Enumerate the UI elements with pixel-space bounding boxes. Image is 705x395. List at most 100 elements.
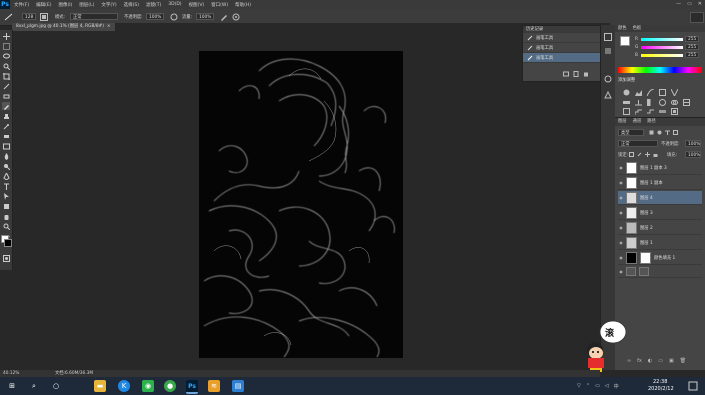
new-group-icon[interactable]: ▭ xyxy=(658,358,663,364)
brush-tool-icon[interactable] xyxy=(2,102,10,110)
adjustments-panel-icon[interactable] xyxy=(604,90,612,101)
pen-tool-icon[interactable] xyxy=(2,172,10,180)
channel-r-value[interactable]: 255 xyxy=(685,36,699,42)
menu-file[interactable]: 文件(F) xyxy=(14,2,29,8)
maximize-button[interactable]: ▭ xyxy=(687,1,692,7)
visibility-eye-icon[interactable]: ◉ xyxy=(618,265,624,278)
lasso-tool-icon[interactable] xyxy=(2,52,10,60)
visibility-eye-icon[interactable]: ◉ xyxy=(618,191,624,204)
shape-tool-icon[interactable] xyxy=(2,202,10,210)
threshold-icon[interactable] xyxy=(647,108,654,115)
shape-filter-icon[interactable] xyxy=(673,130,678,135)
tab-channels[interactable]: 通道 xyxy=(633,118,642,126)
history-item-selected[interactable]: 画笔工具 xyxy=(523,53,601,63)
close-button[interactable]: ✕ xyxy=(698,1,702,7)
volume-icon[interactable]: ◁ xyxy=(605,383,609,390)
menu-layer[interactable]: 图层(L) xyxy=(79,2,94,8)
black-white-icon[interactable] xyxy=(647,99,654,106)
hue-saturation-icon[interactable] xyxy=(623,99,630,106)
layer-row[interactable]: ◉ 图层 1 xyxy=(618,236,702,250)
eyedropper-tool-icon[interactable] xyxy=(2,82,10,90)
visibility-eye-icon[interactable]: ◉ xyxy=(618,176,624,189)
layer-row[interactable]: ◉ 图层 1 副本 3 xyxy=(618,161,702,175)
brush-preset-icon[interactable] xyxy=(4,13,14,21)
ime-indicator[interactable]: 中 xyxy=(614,383,619,390)
photoshop-icon[interactable]: Ps xyxy=(186,380,198,394)
curves-icon[interactable] xyxy=(647,89,654,96)
zoom-tool-icon[interactable] xyxy=(2,222,10,230)
layer-kind-filter[interactable]: 类型 xyxy=(618,129,644,136)
photo-filter-icon[interactable] xyxy=(659,99,666,106)
properties-panel-icon[interactable] xyxy=(604,47,612,57)
layer-row[interactable]: ◉ 颜色填充 1 xyxy=(618,251,702,265)
invert-icon[interactable] xyxy=(623,108,630,115)
color-balance-icon[interactable] xyxy=(635,99,642,106)
blue-slider[interactable] xyxy=(641,53,683,57)
tab-paths[interactable]: 路径 xyxy=(647,118,656,126)
pressure-size-icon[interactable] xyxy=(232,13,240,21)
visibility-eye-icon[interactable]: ◉ xyxy=(618,161,624,174)
history-item[interactable]: 画笔工具 xyxy=(523,33,601,43)
path-selection-tool-icon[interactable] xyxy=(2,192,10,200)
wechat-icon[interactable]: ◉ xyxy=(142,380,154,392)
history-panel-icon[interactable] xyxy=(604,33,612,43)
layer-row[interactable]: ◉ 图层 3 xyxy=(618,206,702,220)
brush-panel-icon[interactable] xyxy=(40,13,48,21)
marquee-tool-icon[interactable] xyxy=(2,42,10,50)
delete-layer-icon[interactable]: 🗑 xyxy=(680,358,686,364)
healing-brush-tool-icon[interactable] xyxy=(2,92,10,100)
document-tab[interactable]: 8xxl_plgm.jpg @ 40.1% (图层 4, RGB/8#) × xyxy=(12,23,115,31)
menu-window[interactable]: 窗口(W) xyxy=(211,2,228,8)
adjustment-filter-icon[interactable] xyxy=(657,130,662,135)
crop-tool-icon[interactable] xyxy=(2,72,10,80)
quick-select-tool-icon[interactable] xyxy=(2,62,10,70)
background-color-swatch[interactable] xyxy=(4,239,12,247)
zoom-level[interactable]: 40.12% xyxy=(3,370,19,377)
visibility-eye-icon[interactable]: ◉ xyxy=(618,251,624,264)
brush-size-field[interactable]: 128 xyxy=(22,13,36,20)
layer-row[interactable]: ◉ 图层 2 xyxy=(618,221,702,235)
red-slider[interactable] xyxy=(641,37,683,41)
document-canvas[interactable] xyxy=(199,51,403,358)
visibility-eye-icon[interactable]: ◉ xyxy=(618,221,624,234)
blend-mode-select[interactable]: 正常 xyxy=(618,140,658,147)
new-layer-icon[interactable]: ▣ xyxy=(669,358,674,364)
shield-icon[interactable]: ▽ xyxy=(577,383,581,390)
notification-icon[interactable] xyxy=(688,380,698,392)
snapshot-icon[interactable] xyxy=(563,71,569,77)
lock-transparency-icon[interactable] xyxy=(629,152,634,157)
pixel-filter-icon[interactable] xyxy=(649,130,654,135)
chevron-up-icon[interactable]: ⌃ xyxy=(586,383,590,390)
blur-tool-icon[interactable] xyxy=(2,152,10,160)
history-brush-tool-icon[interactable] xyxy=(2,122,10,130)
layer-row[interactable]: ◉ xyxy=(618,266,702,278)
color-lookup-icon[interactable] xyxy=(683,99,690,106)
layer-opacity-field[interactable]: 100% xyxy=(685,140,701,147)
fill-field[interactable]: 100% xyxy=(685,151,701,158)
menu-type[interactable]: 文字(Y) xyxy=(101,2,116,8)
channel-mixer-icon[interactable] xyxy=(671,99,678,106)
channel-b-value[interactable]: 255 xyxy=(685,52,699,58)
layer-row-selected[interactable]: ◉ 图层 4 xyxy=(618,191,702,205)
kugou-icon[interactable]: K xyxy=(118,380,130,392)
menu-image[interactable]: 图像(I) xyxy=(58,2,72,8)
visibility-eye-icon[interactable]: ◉ xyxy=(618,206,624,219)
airbrush-icon[interactable] xyxy=(220,13,228,21)
lock-position-icon[interactable] xyxy=(645,152,650,157)
tab-layers[interactable]: 图层 xyxy=(618,118,627,126)
app-icon[interactable]: ≋ xyxy=(208,380,220,392)
color-swatches[interactable] xyxy=(1,235,12,247)
layer-style-icon[interactable]: fx xyxy=(637,358,642,364)
document-tab-close[interactable]: × xyxy=(107,23,111,31)
flow-field[interactable]: 100% xyxy=(196,13,214,20)
dodge-tool-icon[interactable] xyxy=(2,162,10,170)
green-slider[interactable] xyxy=(641,45,683,49)
clock-time[interactable]: 22:38 xyxy=(653,379,667,385)
channel-g-value[interactable]: 255 xyxy=(685,44,699,50)
menu-edit[interactable]: 编辑(E) xyxy=(36,2,51,8)
eraser-tool-icon[interactable] xyxy=(2,132,10,140)
type-tool-icon[interactable] xyxy=(2,182,10,190)
brightness-icon[interactable] xyxy=(623,89,630,96)
store-icon[interactable]: ▤ xyxy=(232,380,244,392)
posterize-icon[interactable] xyxy=(635,108,642,115)
